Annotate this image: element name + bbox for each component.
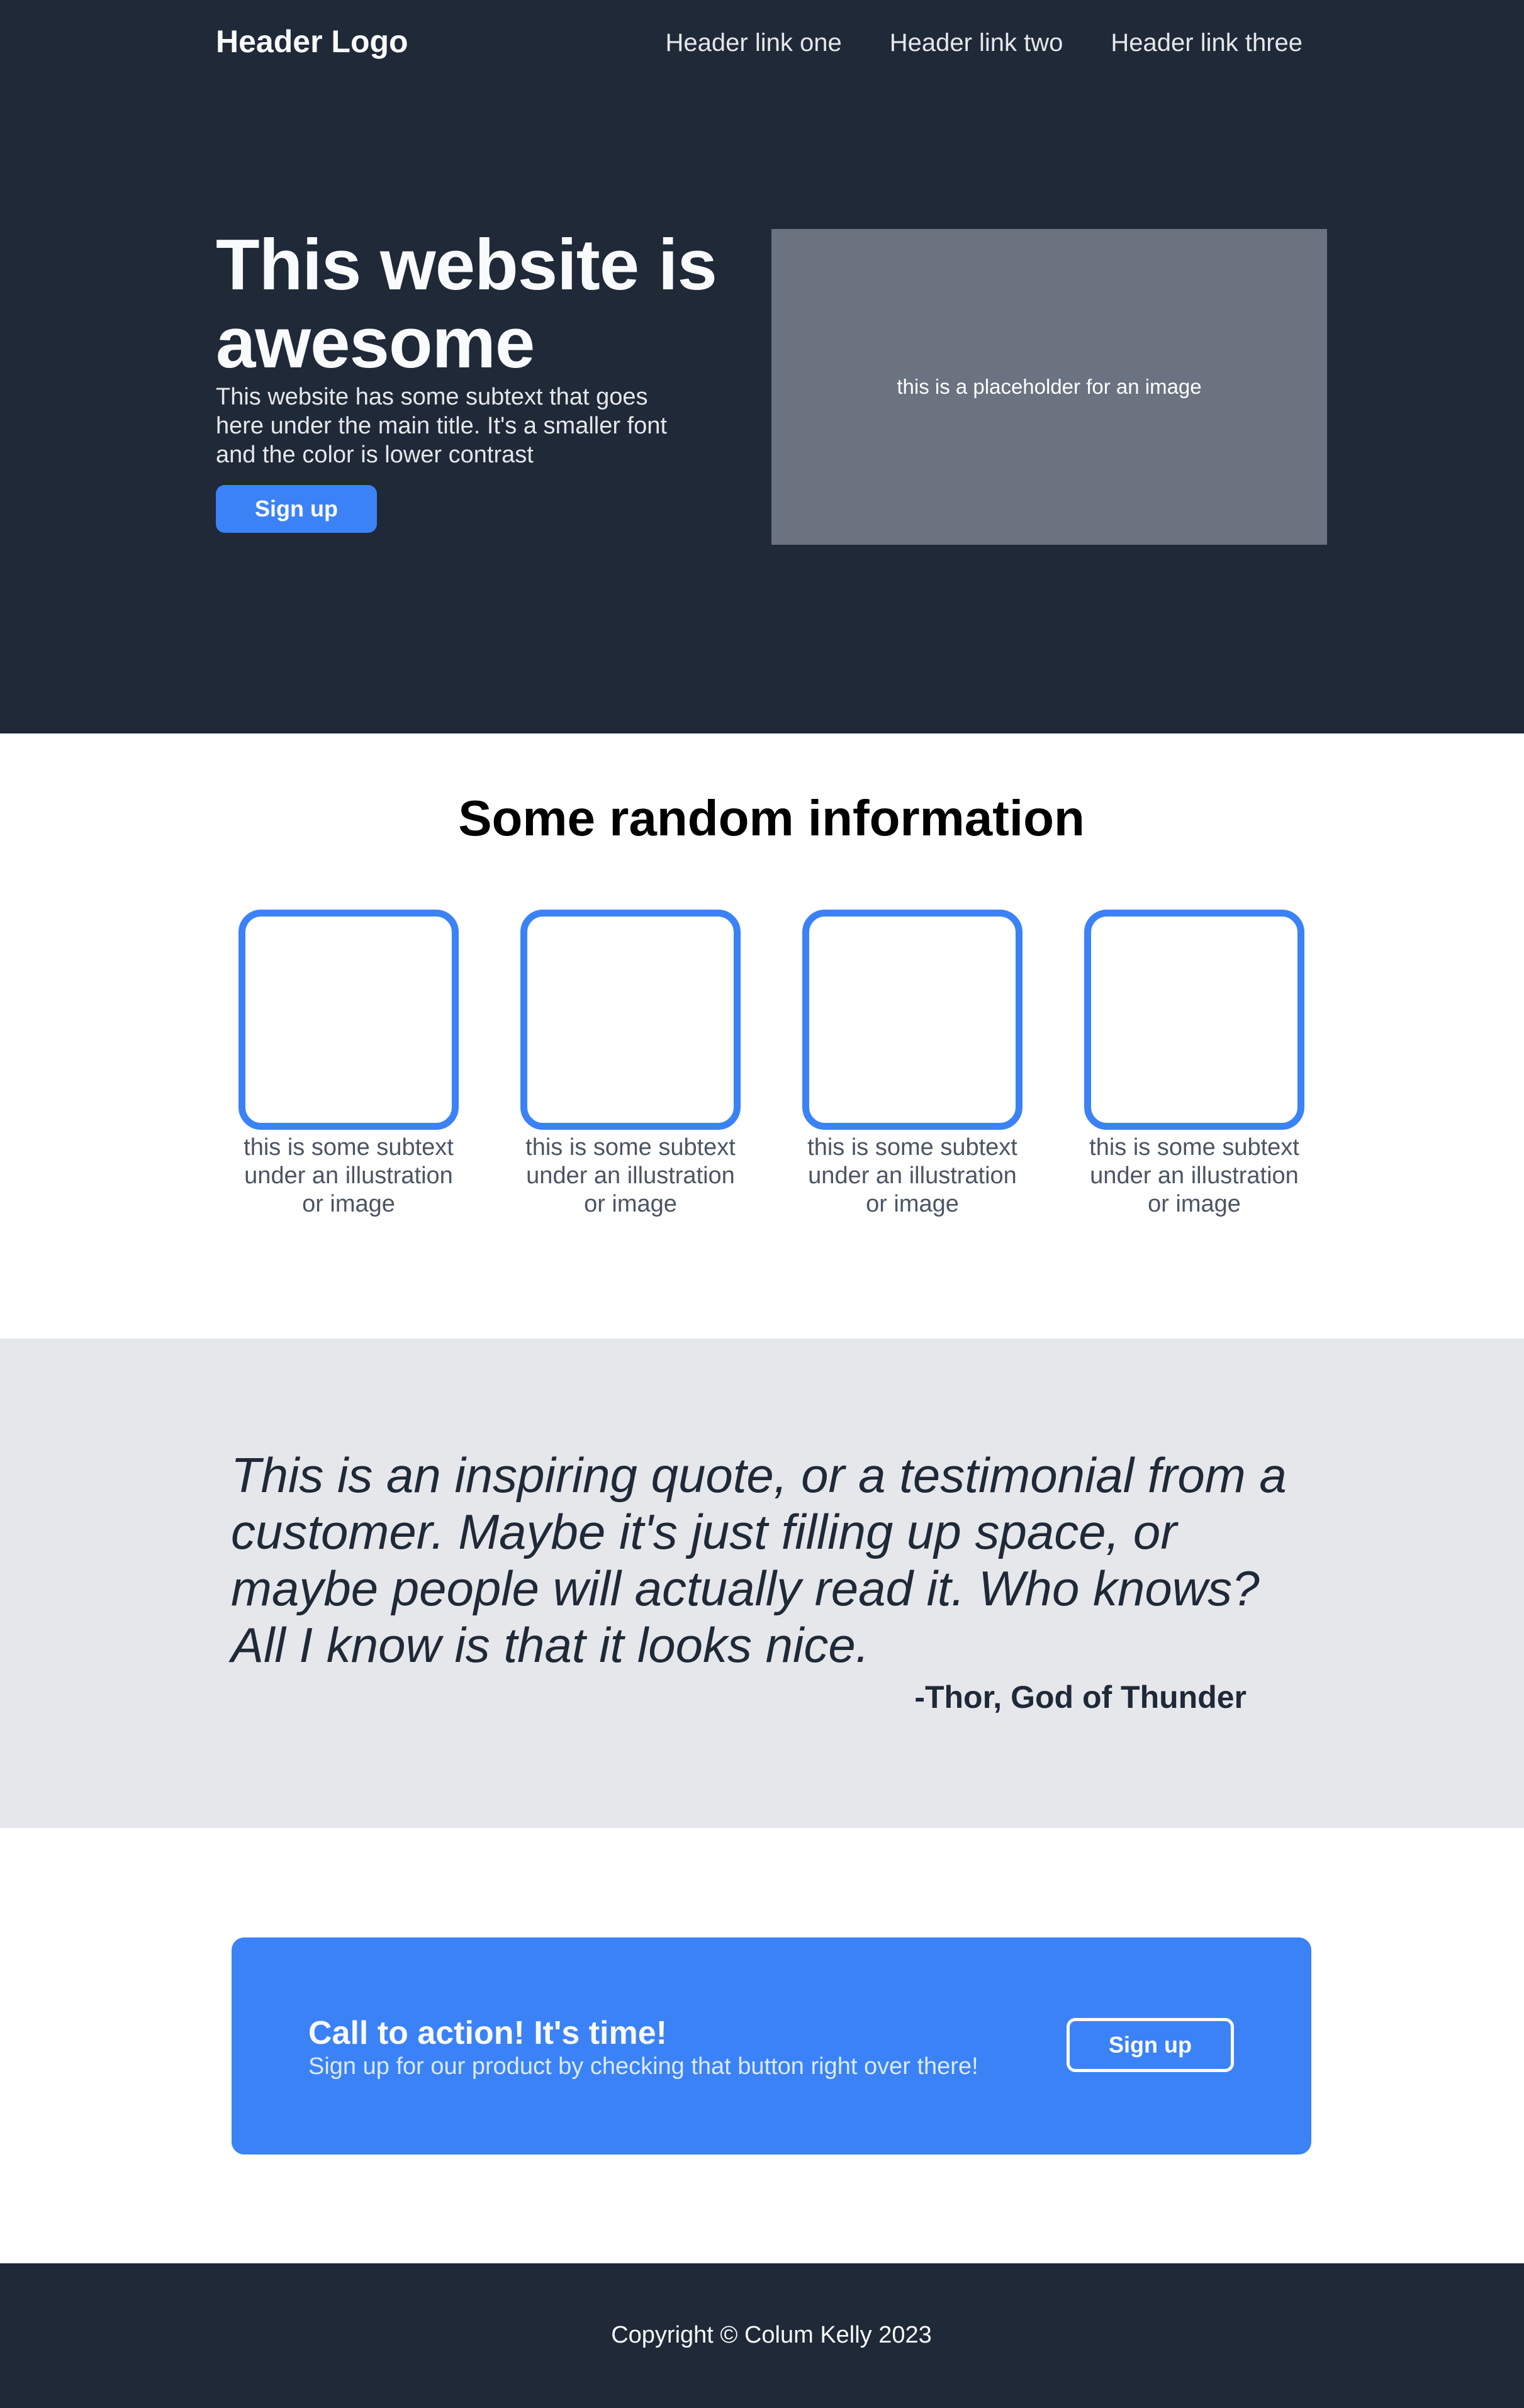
hero-signup-button[interactable]: Sign up <box>216 485 377 533</box>
header-logo[interactable]: Header Logo <box>216 21 408 62</box>
cta-title: Call to action! It's time! <box>308 2015 667 2051</box>
info-card: this is some subtext under an illustrati… <box>800 910 1024 1218</box>
image-placeholder-text: this is a placeholder for an image <box>897 375 1202 398</box>
info-card: this is some subtext under an illustrati… <box>237 910 461 1218</box>
card-subtext: this is some subtext under an illustrati… <box>807 1134 1017 1217</box>
card-subtext: this is some subtext under an illustrati… <box>1089 1134 1299 1217</box>
card-subtext: this is some subtext under an illustrati… <box>525 1134 736 1217</box>
info-card: this is some subtext under an illustrati… <box>518 910 742 1218</box>
nav-link-two[interactable]: Header link two <box>890 24 1063 62</box>
illustration-box <box>1084 910 1304 1130</box>
card-subtext: this is some subtext under an illustrati… <box>244 1134 454 1217</box>
info-section-title: Some random information <box>458 790 1085 846</box>
hero-section: Header Logo Header link one Header link … <box>0 0 1524 733</box>
illustration-box <box>520 910 741 1130</box>
cta-signup-button[interactable]: Sign up <box>1067 2018 1234 2072</box>
quote-section: This is an inspiring quote, or a testimo… <box>0 1339 1524 1828</box>
nav-link-three[interactable]: Header link three <box>1111 24 1303 62</box>
header-nav: Header link one Header link two Header l… <box>666 24 1303 62</box>
illustration-box <box>802 910 1023 1130</box>
testimonial-quote: This is an inspiring quote, or a testimo… <box>231 1447 1287 1673</box>
hero-image-placeholder: this is a placeholder for an image <box>771 229 1327 545</box>
nav-link-one[interactable]: Header link one <box>666 24 842 62</box>
cta-subtext: Sign up for our product by checking that… <box>308 2053 978 2080</box>
illustration-box <box>238 910 459 1130</box>
quote-author: -Thor, God of Thunder <box>914 1680 1247 1715</box>
call-to-action-panel: Call to action! It's time! Sign up for o… <box>232 1937 1311 2154</box>
info-card: this is some subtext under an illustrati… <box>1082 910 1306 1218</box>
footer: Copyright © Colum Kelly 2023 <box>0 2263 1524 2408</box>
hero-title: This website is awesome <box>216 225 717 383</box>
footer-copyright: Copyright © Colum Kelly 2023 <box>611 2322 932 2348</box>
hero-subtext: This website has some subtext that goes … <box>216 384 667 468</box>
